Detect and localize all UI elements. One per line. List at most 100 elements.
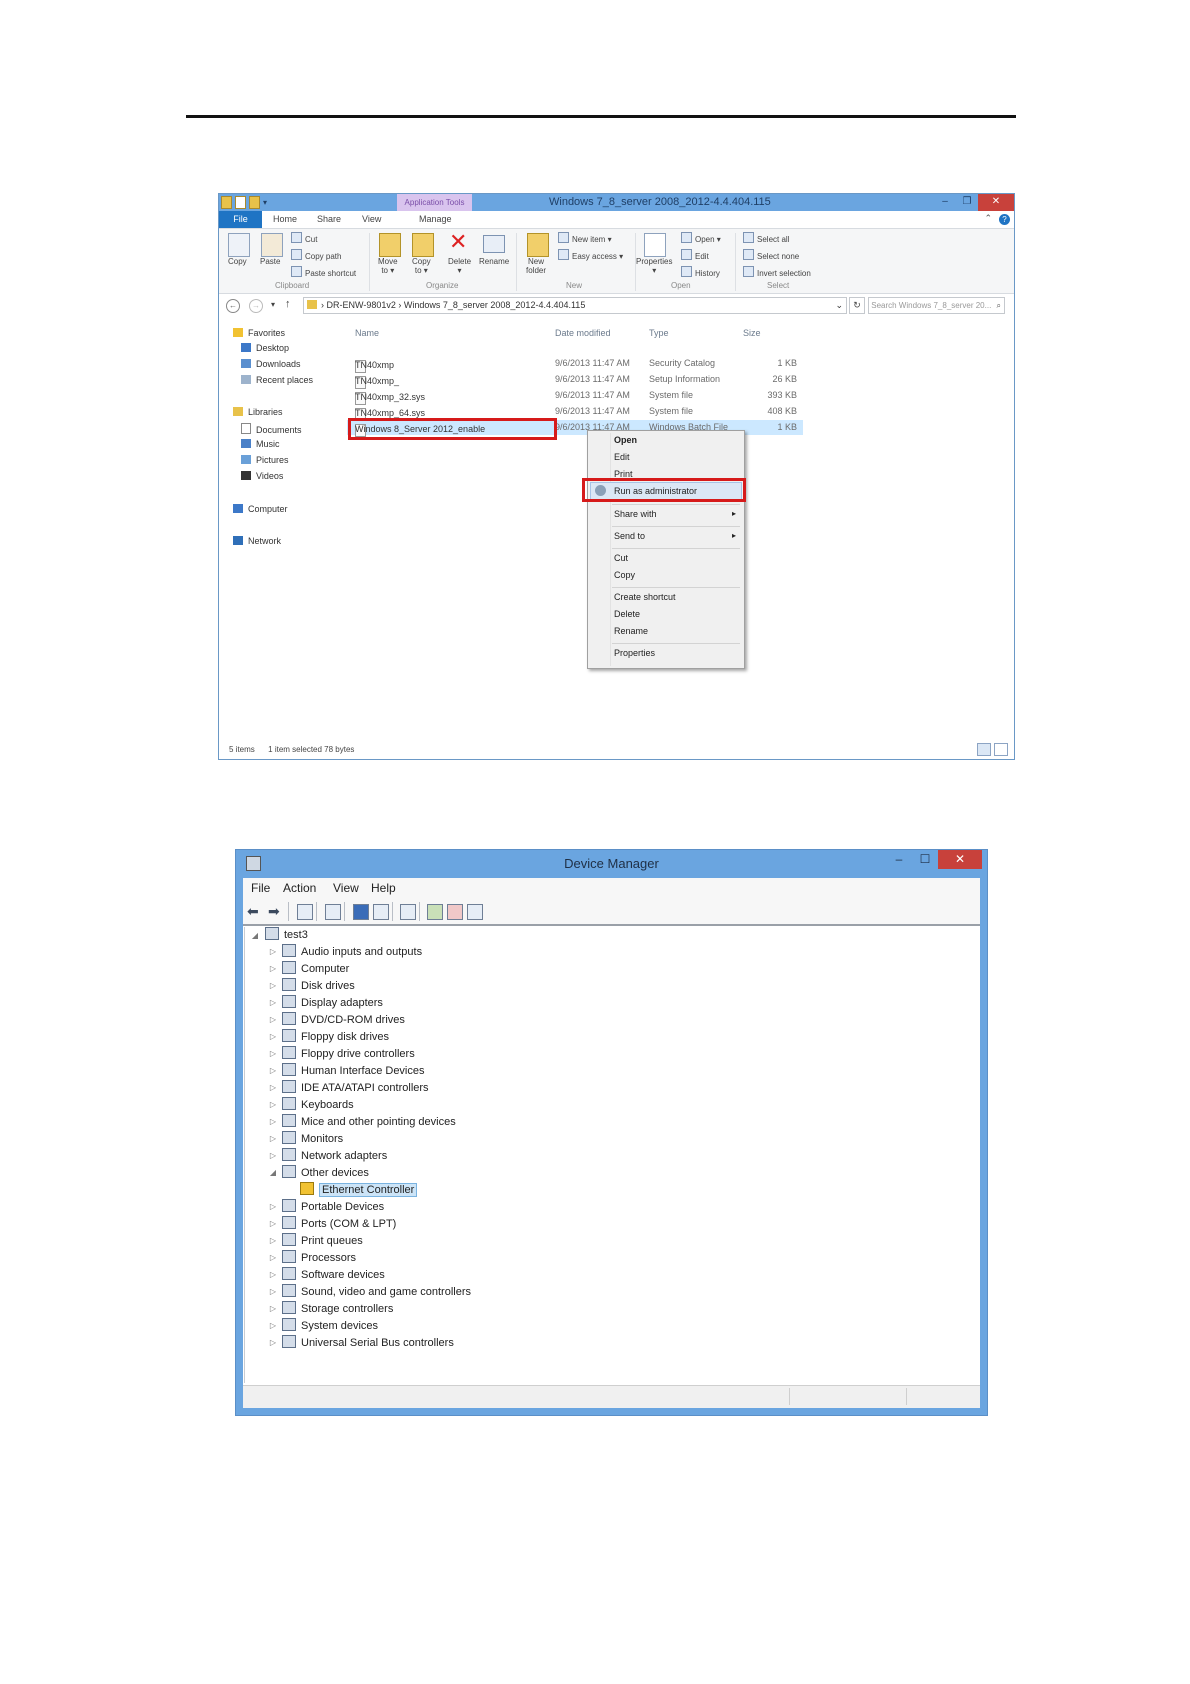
minimize-button[interactable]: – <box>886 850 912 869</box>
expand-arrow-icon[interactable]: ▷ <box>269 1253 277 1262</box>
device-category[interactable]: Sound, video and game controllers <box>282 1284 471 1300</box>
menu-action[interactable]: Action <box>283 881 316 895</box>
back-arrow-icon[interactable]: ⬅ <box>247 904 261 918</box>
forward-button[interactable]: → <box>249 299 263 313</box>
expand-arrow-icon[interactable]: ▷ <box>269 947 277 956</box>
device-category[interactable]: Floppy disk drives <box>282 1029 389 1045</box>
show-hide-action-pane-icon[interactable] <box>373 904 389 920</box>
menu-cut[interactable]: Cut <box>614 553 628 563</box>
rename-button[interactable]: Rename <box>479 257 509 266</box>
menu-send-to[interactable]: Send to <box>614 531 645 541</box>
history-button[interactable]: History <box>681 266 720 278</box>
nav-recent-places[interactable]: Recent places <box>241 375 313 385</box>
cut-button[interactable]: Cut <box>291 232 317 244</box>
menu-file[interactable]: File <box>251 881 270 895</box>
menu-rename[interactable]: Rename <box>614 626 648 636</box>
tab-share[interactable]: Share <box>317 211 341 228</box>
tree-root[interactable]: test3 <box>265 927 308 943</box>
search-input[interactable]: Search Windows 7_8_server 20... ⌕ <box>868 297 1005 314</box>
forward-arrow-icon[interactable]: ➡ <box>268 904 282 918</box>
properties-icon[interactable] <box>325 904 341 920</box>
nav-downloads[interactable]: Downloads <box>241 359 301 369</box>
rename-icon[interactable] <box>483 235 505 253</box>
properties-icon[interactable] <box>644 233 666 257</box>
edit-button[interactable]: Edit <box>681 249 709 261</box>
nav-libraries[interactable]: Libraries <box>233 407 283 417</box>
open-button[interactable]: Open ▾ <box>681 232 721 244</box>
collapse-arrow-icon[interactable]: ◢ <box>251 931 259 940</box>
tab-view[interactable]: View <box>362 211 381 228</box>
column-type[interactable]: Type <box>649 328 669 338</box>
large-icons-view-icon[interactable] <box>994 743 1008 756</box>
up-button[interactable]: ↑ <box>285 298 291 310</box>
breadcrumb-folder[interactable]: Windows 7_8_server 2008_2012-4.4.404.115 <box>404 300 585 310</box>
enable-device-icon[interactable] <box>467 904 483 920</box>
device-category[interactable]: Software devices <box>282 1267 385 1283</box>
file-row[interactable]: TN40xmp_ 9/6/2013 11:47 AM Setup Informa… <box>349 372 889 389</box>
invert-selection-button[interactable]: Invert selection <box>743 266 811 278</box>
move-to-icon[interactable] <box>379 233 401 257</box>
select-all-button[interactable]: Select all <box>743 232 789 244</box>
minimize-button[interactable]: – <box>934 194 956 211</box>
device-category[interactable]: Portable Devices <box>282 1199 384 1215</box>
maximize-button[interactable]: ☐ <box>912 850 938 869</box>
device-category[interactable]: Print queues <box>282 1233 363 1249</box>
menu-copy[interactable]: Copy <box>614 570 635 580</box>
minimize-ribbon-icon[interactable]: ⌃ <box>984 213 992 224</box>
move-to-button[interactable]: Move to ▾ <box>378 257 398 275</box>
nav-pictures[interactable]: Pictures <box>241 455 289 465</box>
device-category[interactable]: Keyboards <box>282 1097 354 1113</box>
device-category[interactable]: Storage controllers <box>282 1301 393 1317</box>
restore-button[interactable]: ❐ <box>956 194 978 211</box>
menu-edit[interactable]: Edit <box>614 452 630 462</box>
expand-arrow-icon[interactable]: ▷ <box>269 981 277 990</box>
file-row[interactable]: TN40xmp_32.sys 9/6/2013 11:47 AM System … <box>349 388 889 405</box>
device-category[interactable]: Network adapters <box>282 1148 387 1164</box>
tab-home[interactable]: Home <box>273 211 297 228</box>
menu-view[interactable]: View <box>333 881 359 895</box>
copy-icon[interactable] <box>228 233 250 257</box>
device-category[interactable]: Display adapters <box>282 995 383 1011</box>
breadcrumb-drive[interactable]: DR-ENW-9801v2 <box>327 300 396 310</box>
expand-arrow-icon[interactable]: ▷ <box>269 1219 277 1228</box>
menu-delete[interactable]: Delete <box>614 609 640 619</box>
properties-icon[interactable] <box>235 196 246 209</box>
close-button[interactable]: ✕ <box>978 194 1014 211</box>
device-category[interactable]: IDE ATA/ATAPI controllers <box>282 1080 429 1096</box>
refresh-button[interactable]: ↻ <box>849 297 865 314</box>
nav-favorites[interactable]: Favorites <box>233 328 285 338</box>
column-date-modified[interactable]: Date modified <box>555 328 611 338</box>
menu-help[interactable]: Help <box>371 881 396 895</box>
collapse-arrow-icon[interactable]: ◢ <box>269 1168 277 1177</box>
expand-arrow-icon[interactable]: ▷ <box>269 1049 277 1058</box>
nav-videos[interactable]: Videos <box>241 471 283 481</box>
expand-arrow-icon[interactable]: ▷ <box>269 1066 277 1075</box>
uninstall-icon[interactable] <box>447 904 463 920</box>
delete-button[interactable]: Delete ▾ <box>448 257 471 275</box>
address-dropdown-icon[interactable]: ⌄ <box>835 298 843 313</box>
recent-locations-icon[interactable]: ▾ <box>271 300 275 309</box>
new-folder-icon[interactable] <box>527 233 549 257</box>
new-folder-icon[interactable] <box>249 196 260 209</box>
copy-button[interactable]: Copy <box>228 257 247 266</box>
tab-manage[interactable]: Manage <box>419 211 452 228</box>
address-box[interactable]: › DR-ENW-9801v2 › Windows 7_8_server 200… <box>303 297 847 314</box>
expand-arrow-icon[interactable]: ▷ <box>269 1270 277 1279</box>
device-category[interactable]: Ports (COM & LPT) <box>282 1216 396 1232</box>
nav-music[interactable]: Music <box>241 439 280 449</box>
update-driver-icon[interactable] <box>427 904 443 920</box>
file-row[interactable]: TN40xmp_64.sys 9/6/2013 11:47 AM System … <box>349 404 889 421</box>
file-row[interactable]: TN40xmp 9/6/2013 11:47 AM Security Catal… <box>349 356 889 373</box>
expand-arrow-icon[interactable]: ▷ <box>269 1321 277 1330</box>
device-category[interactable]: Processors <box>282 1250 356 1266</box>
expand-arrow-icon[interactable]: ▷ <box>269 1134 277 1143</box>
device-category[interactable]: Human Interface Devices <box>282 1063 425 1079</box>
device-category[interactable]: Other devices <box>282 1165 369 1181</box>
copy-path-button[interactable]: Copy path <box>291 249 341 261</box>
expand-arrow-icon[interactable]: ▷ <box>269 1015 277 1024</box>
device-category[interactable]: Floppy drive controllers <box>282 1046 415 1062</box>
nav-network[interactable]: Network <box>233 536 281 546</box>
close-button[interactable]: ✕ <box>938 850 982 869</box>
expand-arrow-icon[interactable]: ▷ <box>269 1236 277 1245</box>
device-category[interactable]: Mice and other pointing devices <box>282 1114 456 1130</box>
